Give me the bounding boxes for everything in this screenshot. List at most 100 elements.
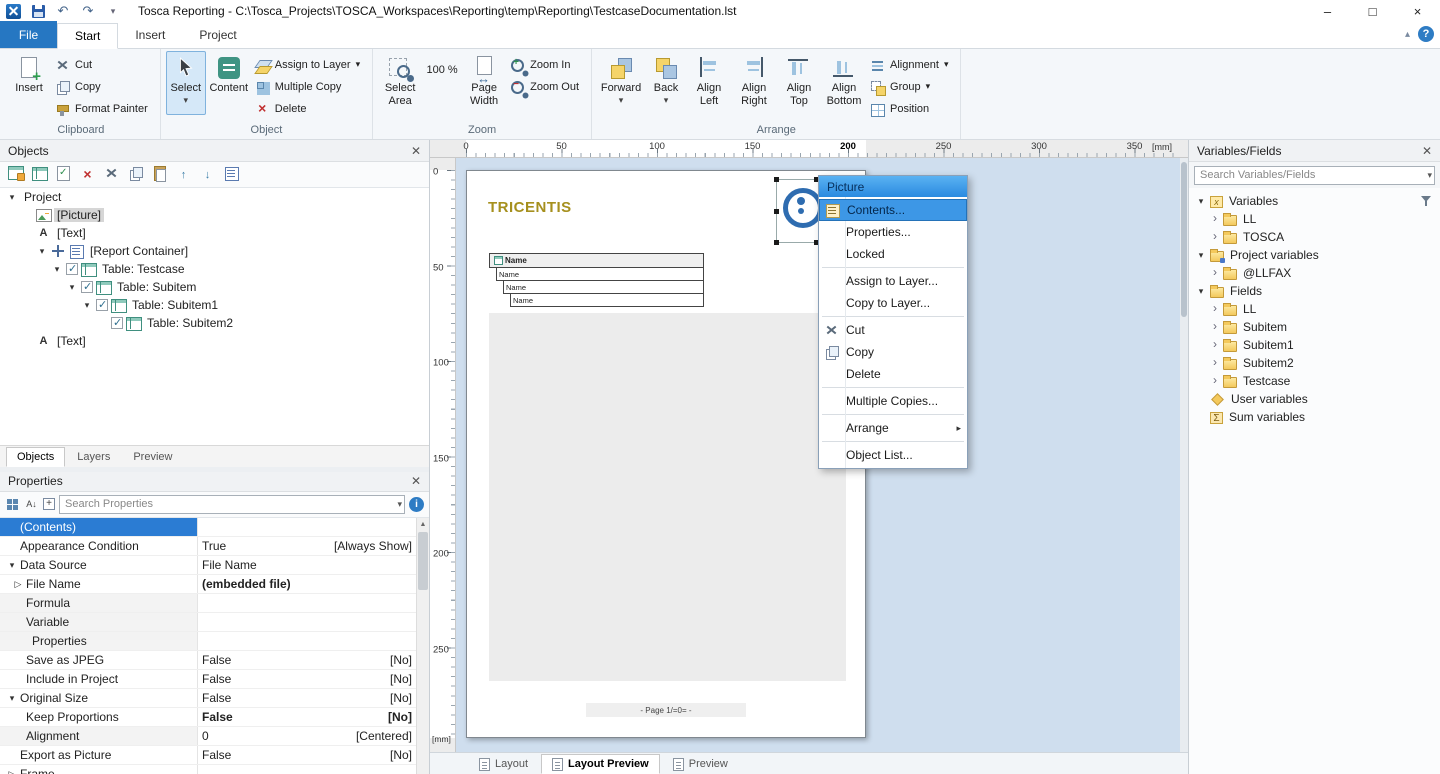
object-tree-item[interactable]: Table: Subitem2 xyxy=(0,314,429,332)
select-button[interactable]: Select ▾ xyxy=(166,51,206,115)
view-tab-layout[interactable]: Layout xyxy=(468,754,539,774)
object-tree-item[interactable]: ▾Table: Testcase xyxy=(0,260,429,278)
property-row[interactable]: Properties xyxy=(0,632,416,651)
context-menu-item[interactable]: Assign to Layer... xyxy=(819,270,967,292)
properties-scrollbar[interactable]: ▲ xyxy=(416,518,429,774)
property-row[interactable]: ▷Frame xyxy=(0,765,416,774)
minimize-button[interactable]: – xyxy=(1305,0,1350,22)
move-object-up-button[interactable]: ↑ xyxy=(176,167,191,182)
object-tree-item[interactable]: [Picture] xyxy=(0,206,429,224)
tab-start[interactable]: Start xyxy=(57,23,118,49)
page-table-row[interactable]: Name xyxy=(489,253,704,268)
position-button[interactable]: Position xyxy=(867,98,955,119)
property-row[interactable]: Keep ProportionsFalse[No] xyxy=(0,708,416,727)
object-tree-item[interactable]: ▾Table: Subitem xyxy=(0,278,429,296)
context-menu-item[interactable]: Copy to Layer... xyxy=(819,292,967,314)
assign-to-layer-button[interactable]: Assign to Layer▾ xyxy=(252,54,367,75)
property-row[interactable]: Formula xyxy=(0,594,416,613)
redo-button[interactable]: ↷ xyxy=(80,3,96,19)
property-row[interactable]: ▾Original SizeFalse[No] xyxy=(0,689,416,708)
align-left-button[interactable]: Align Left xyxy=(687,51,731,115)
context-menu-item[interactable]: Cut xyxy=(819,319,967,341)
panel-tab-objects[interactable]: Objects xyxy=(6,447,65,467)
panel-tab-preview[interactable]: Preview xyxy=(122,447,183,467)
property-value-cell[interactable]: False[No] xyxy=(198,746,416,764)
object-tree-item[interactable]: ▾Project xyxy=(0,188,429,206)
copy-object-button[interactable] xyxy=(128,166,143,183)
zoom-out-button[interactable]: Zoom Out xyxy=(507,76,586,97)
select-area-button[interactable]: Select Area xyxy=(378,51,422,115)
move-object-down-button[interactable]: ↓ xyxy=(200,167,215,182)
delete-object-button[interactable]: × xyxy=(80,168,95,182)
variable-tree-item[interactable]: User variables xyxy=(1189,390,1440,408)
delete-button[interactable]: ×Delete xyxy=(252,98,367,119)
copy-button[interactable]: Copy xyxy=(52,76,155,97)
property-row[interactable]: Appearance ConditionTrue[Always Show] xyxy=(0,537,416,556)
objects-panel-close-icon[interactable]: ✕ xyxy=(411,144,421,158)
context-menu-item[interactable]: Locked xyxy=(819,243,967,265)
zoom-in-button[interactable]: Zoom In xyxy=(507,54,586,75)
checkbox-checked-icon[interactable] xyxy=(111,317,123,329)
context-menu-item[interactable]: Delete xyxy=(819,363,967,385)
tab-file[interactable]: File xyxy=(0,21,57,48)
object-checklist-button[interactable] xyxy=(56,166,71,183)
align-bottom-button[interactable]: Align Bottom xyxy=(822,51,866,115)
variables-search-input[interactable] xyxy=(1194,166,1435,185)
properties-search-input[interactable] xyxy=(59,495,405,514)
filter-funnel-icon[interactable] xyxy=(1420,195,1435,209)
object-tree-item[interactable]: A[Text] xyxy=(0,224,429,242)
save-button[interactable] xyxy=(30,3,46,19)
object-tree-item[interactable]: ▾Table: Subitem1 xyxy=(0,296,429,314)
properties-scrollbar-thumb[interactable] xyxy=(418,532,428,590)
variable-tree-item[interactable]: ›Subitem xyxy=(1189,318,1440,336)
insert-button[interactable]: Insert xyxy=(7,51,51,115)
page-logo-text[interactable]: TRICENTIS xyxy=(488,199,572,216)
context-menu-item[interactable]: Multiple Copies... xyxy=(819,390,967,412)
property-value-cell[interactable]: 0[Centered] xyxy=(198,727,416,745)
zoom-100-button[interactable]: 100 % xyxy=(423,51,461,115)
canvas-vertical-scrollbar[interactable] xyxy=(1180,158,1188,752)
align-right-button[interactable]: Align Right xyxy=(732,51,776,115)
context-menu-item[interactable]: Arrange▸ xyxy=(819,417,967,439)
checkbox-checked-icon[interactable] xyxy=(66,263,78,275)
undo-button[interactable]: ↶ xyxy=(55,3,71,19)
object-list-button[interactable] xyxy=(224,166,239,183)
content-button[interactable]: Content xyxy=(207,51,251,115)
canvas-scrollbar-thumb[interactable] xyxy=(1181,162,1187,317)
cut-object-button[interactable] xyxy=(104,166,119,183)
insert-object-button[interactable] xyxy=(8,166,23,183)
variable-tree-item[interactable]: ▾Fields xyxy=(1189,282,1440,300)
collapse-ribbon-icon[interactable]: ▴ xyxy=(1405,29,1410,40)
sort-alphabetical-icon[interactable]: A↓ xyxy=(24,497,39,511)
property-row[interactable]: Export as PictureFalse[No] xyxy=(0,746,416,765)
checkbox-checked-icon[interactable] xyxy=(81,281,93,293)
property-value-cell[interactable] xyxy=(198,765,416,774)
tab-project[interactable]: Project xyxy=(182,22,253,48)
context-menu-item[interactable]: Contents... xyxy=(819,199,967,221)
page-content-placeholder[interactable] xyxy=(489,313,846,681)
variable-tree-item[interactable]: ›Subitem1 xyxy=(1189,336,1440,354)
properties-search-caret-icon[interactable]: ▾ xyxy=(397,499,402,510)
view-tab-layout-preview[interactable]: Layout Preview xyxy=(541,754,660,774)
back-button[interactable]: Back ▾ xyxy=(646,51,686,115)
variables-panel-close-icon[interactable]: ✕ xyxy=(1422,144,1432,158)
panel-tab-layers[interactable]: Layers xyxy=(66,447,121,467)
forward-button[interactable]: Forward ▾ xyxy=(597,51,645,115)
variable-tree-item[interactable]: ›LL xyxy=(1189,210,1440,228)
alignment-button[interactable]: Alignment▾ xyxy=(867,54,955,75)
object-tree-item[interactable]: A[Text] xyxy=(0,332,429,350)
categorized-view-icon[interactable] xyxy=(5,497,20,511)
property-value-cell[interactable]: (embedded file) xyxy=(198,575,416,593)
property-value-cell[interactable] xyxy=(198,518,416,536)
property-row[interactable]: ▾Data SourceFile Name xyxy=(0,556,416,575)
variable-tree-item[interactable]: ΣSum variables xyxy=(1189,408,1440,426)
context-menu-item[interactable]: Copy xyxy=(819,341,967,363)
align-top-button[interactable]: Align Top xyxy=(777,51,821,115)
view-tab-preview[interactable]: Preview xyxy=(662,754,739,774)
property-row[interactable]: Variable xyxy=(0,613,416,632)
property-row[interactable]: Include in ProjectFalse[No] xyxy=(0,670,416,689)
page-table-row[interactable]: Name xyxy=(510,293,704,307)
property-value-cell[interactable]: True[Always Show] xyxy=(198,537,416,555)
property-value-cell[interactable] xyxy=(198,632,416,650)
context-menu-item[interactable]: Object List... xyxy=(819,444,967,466)
